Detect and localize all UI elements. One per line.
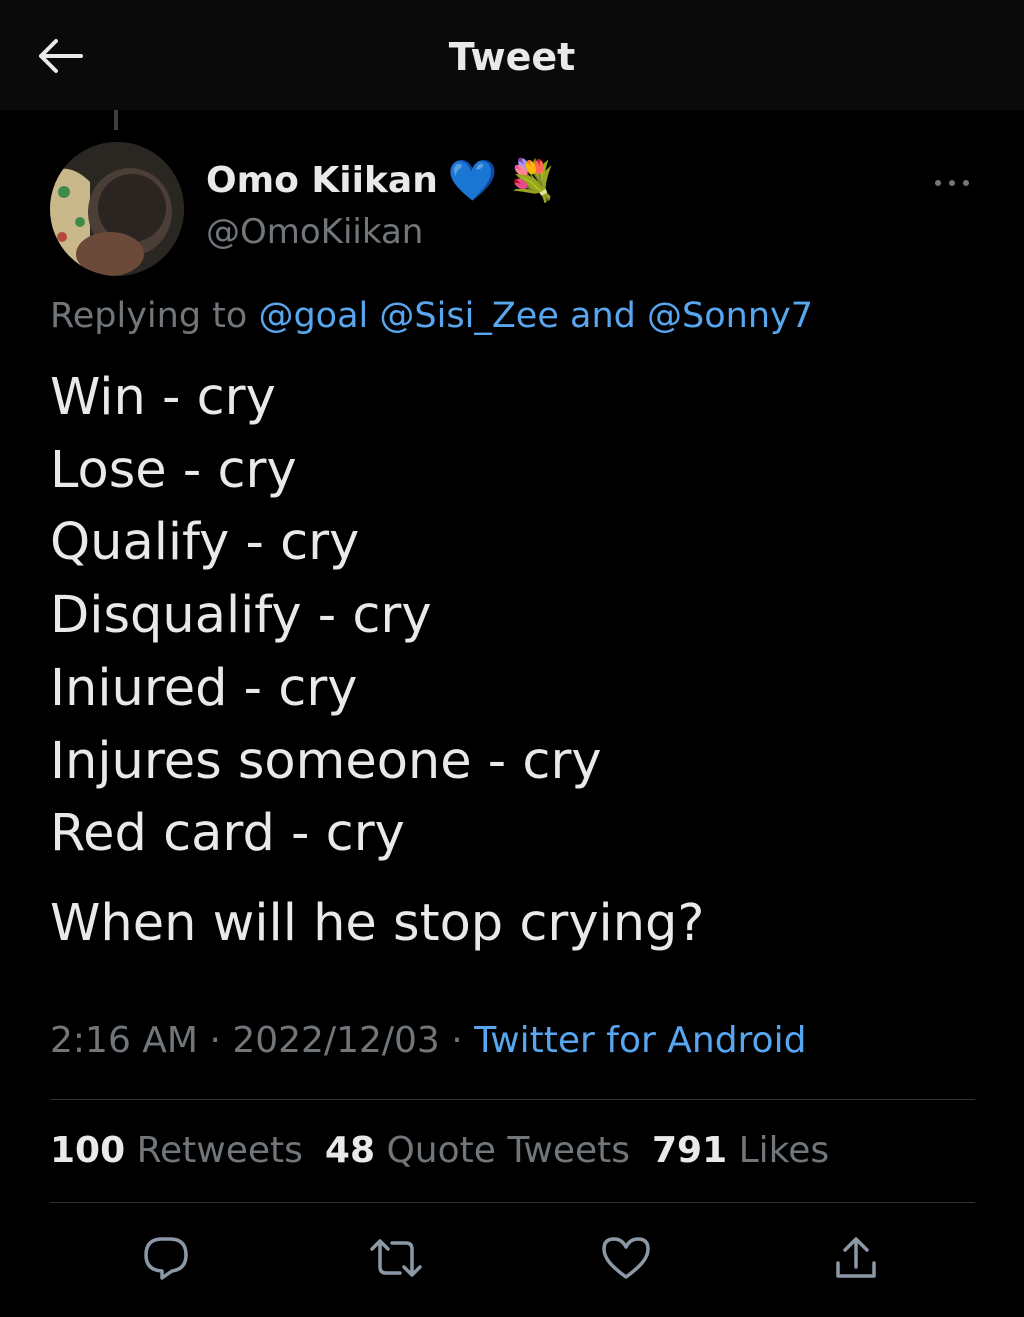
tweet-time: 2:16 AM <box>50 1020 198 1061</box>
quote-tweets-stat[interactable]: 48 Quote Tweets <box>325 1130 630 1171</box>
retweets-count: 100 <box>50 1130 126 1171</box>
quote-tweets-count: 48 <box>324 1130 375 1171</box>
avatar[interactable] <box>50 142 184 276</box>
mention-sisi-zee[interactable]: @Sisi_Zee <box>379 296 558 336</box>
tweet-line: Injures someone - cry <box>50 731 602 791</box>
reply-icon <box>142 1235 190 1281</box>
tweet-line: Iniured - cry <box>50 658 358 718</box>
tweet-actions <box>0 1226 1024 1290</box>
tweet-line: Win - cry <box>50 368 276 427</box>
likes-count: 791 <box>651 1130 728 1171</box>
like-icon <box>601 1236 651 1280</box>
divider <box>50 1202 975 1203</box>
retweets-stat[interactable]: 100 Retweets <box>50 1130 303 1171</box>
more-icon <box>934 179 970 187</box>
tweet-date: 2022/12/03 <box>232 1020 440 1061</box>
tweet-source-link[interactable]: Twitter for Android <box>474 1020 806 1061</box>
tweet-final-line: When will he stop crying? <box>50 893 705 953</box>
like-button[interactable] <box>594 1226 658 1290</box>
replying-prefix: Replying to <box>50 296 248 336</box>
share-button[interactable] <box>824 1226 888 1290</box>
author-display-name[interactable]: Omo Kiikan 💙 💐 <box>206 160 557 201</box>
likes-stat[interactable]: 791 Likes <box>652 1130 829 1171</box>
tweet-line: Lose - cry <box>50 440 297 500</box>
top-bar: Tweet <box>0 0 1024 110</box>
replying-and: and <box>570 296 636 336</box>
author-name-text: Omo Kiikan <box>206 160 438 201</box>
blue-heart-icon: 💙 <box>447 157 498 204</box>
tweet-line: Red card - cry <box>50 804 405 864</box>
retweets-label: Retweets <box>136 1130 303 1171</box>
page-title: Tweet <box>448 35 576 79</box>
tweet-line: Qualify - cry <box>50 513 360 573</box>
meta-separator: · <box>209 1020 221 1061</box>
quote-tweets-label: Quote Tweets <box>386 1130 630 1171</box>
tweet-body: Win - cry Lose - cry Qualify - cry Disqu… <box>50 362 704 961</box>
more-options-button[interactable] <box>928 168 976 198</box>
replying-to: Replying to @goal @Sisi_Zee and @Sonny7 <box>50 296 813 336</box>
reply-button[interactable] <box>134 1226 198 1290</box>
share-icon <box>834 1235 878 1281</box>
meta-separator: · <box>451 1020 463 1061</box>
likes-label: Likes <box>738 1130 830 1171</box>
tweet-stats: 100 Retweets 48 Quote Tweets 791 Likes <box>50 1130 829 1171</box>
divider <box>50 1099 975 1100</box>
author-handle[interactable]: @OmoKiikan <box>206 212 423 252</box>
mention-sonny7[interactable]: @Sonny7 <box>647 296 813 336</box>
tweet-meta: 2:16 AM · 2022/12/03 · Twitter for Andro… <box>50 1020 806 1061</box>
arrow-left-icon <box>37 38 83 74</box>
tweet-line: Disqualify - cry <box>50 586 432 646</box>
thread-connector <box>114 110 118 130</box>
back-button[interactable] <box>34 34 86 78</box>
bouquet-icon: 💐 <box>507 157 558 204</box>
mention-goal[interactable]: @goal <box>258 296 368 336</box>
retweet-button[interactable] <box>364 1226 428 1290</box>
retweet-icon <box>368 1237 424 1279</box>
